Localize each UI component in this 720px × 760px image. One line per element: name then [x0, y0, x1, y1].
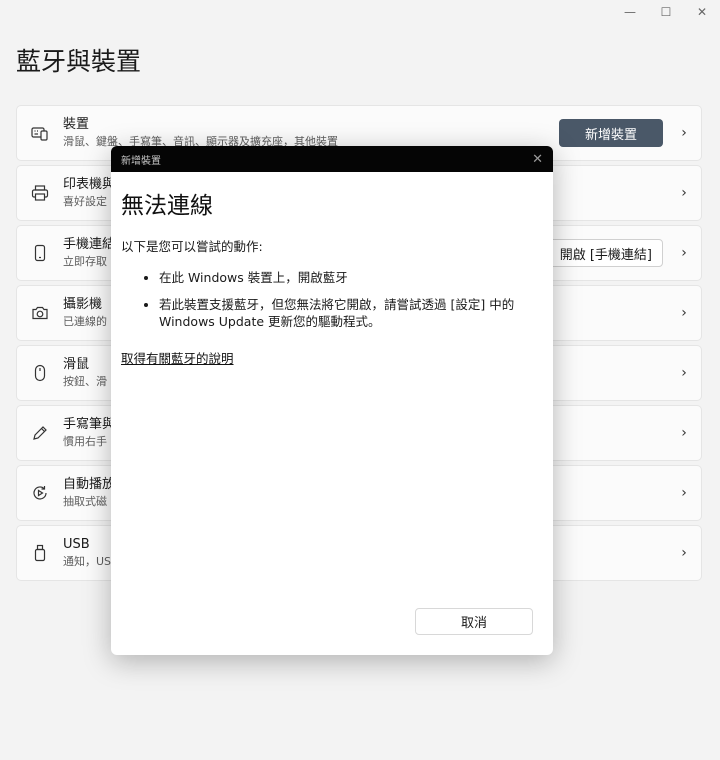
list-item: 若此裝置支援藍牙，但您無法將它開啟，請嘗試透過 [設定] 中的 Windows … — [159, 296, 543, 330]
close-icon[interactable]: ✕ — [532, 152, 543, 167]
chevron-right-icon[interactable]: › — [667, 485, 701, 501]
dialog-caption: 新增裝置 — [121, 155, 161, 167]
cancel-button[interactable]: 取消 — [415, 608, 533, 635]
chevron-right-icon[interactable]: › — [667, 245, 701, 261]
chevron-right-icon[interactable]: › — [667, 365, 701, 381]
chevron-right-icon[interactable]: › — [667, 545, 701, 561]
chevron-right-icon[interactable]: › — [667, 425, 701, 441]
chevron-right-icon[interactable]: › — [667, 305, 701, 321]
dialog-heading: 無法連線 — [121, 193, 213, 219]
mouse-icon — [17, 364, 63, 382]
list-item: 在此 Windows 裝置上，開啟藍牙 — [159, 269, 543, 286]
maximize-button[interactable]: ☐ — [648, 0, 684, 24]
bluetooth-help-link[interactable]: 取得有關藍牙的說明 — [121, 348, 234, 367]
dialog-intro: 以下是您可以嘗試的動作: — [121, 239, 263, 254]
chevron-right-icon[interactable]: › — [667, 125, 701, 141]
add-device-dialog: 新增裝置 ✕ 無法連線 以下是您可以嘗試的動作: 在此 Windows 裝置上，… — [111, 146, 553, 655]
camera-icon — [17, 304, 63, 322]
window-controls: — ☐ ✕ — [612, 0, 720, 24]
dialog-title-bar: 新增裝置 ✕ — [111, 146, 553, 172]
usb-icon — [17, 544, 63, 562]
printer-icon — [17, 184, 63, 202]
autoplay-icon — [17, 484, 63, 502]
open-phone-link-button[interactable]: 開啟 [手機連結] — [548, 239, 663, 267]
pen-icon — [17, 424, 63, 442]
devices-icon — [17, 124, 63, 142]
close-button[interactable]: ✕ — [684, 0, 720, 24]
phone-icon — [17, 244, 63, 262]
add-device-button[interactable]: 新增裝置 — [559, 119, 663, 147]
row-title: 裝置 — [63, 117, 90, 132]
suggestion-list: 在此 Windows 裝置上，開啟藍牙 若此裝置支援藍牙，但您無法將它開啟，請嘗… — [121, 269, 543, 330]
minimize-button[interactable]: — — [612, 0, 648, 24]
page-title: 藍牙與裝置 — [16, 47, 142, 76]
chevron-right-icon[interactable]: › — [667, 185, 701, 201]
